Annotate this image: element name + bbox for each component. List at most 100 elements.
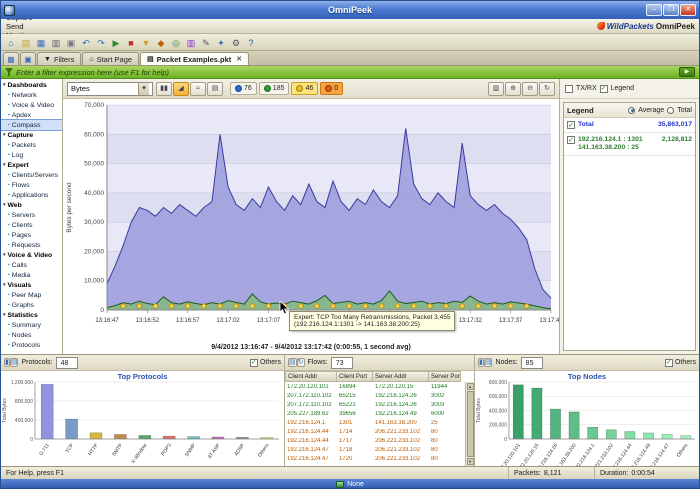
scrollbar-thumb[interactable] xyxy=(467,391,474,457)
filter-expression-input[interactable]: Enter a filter expression here (use F1 f… xyxy=(16,68,676,77)
peer-map-icon[interactable]: ◎ xyxy=(169,36,183,49)
chart-type-icon[interactable]: ▮ xyxy=(478,358,484,367)
sidebar-section-statistics[interactable]: ▾Statistics xyxy=(1,310,62,320)
sidebar-item-protocols[interactable]: ▪Protocols xyxy=(1,340,62,350)
notes-icon[interactable]: ✎ xyxy=(199,36,213,49)
close-button[interactable]: ✕ xyxy=(680,4,696,16)
sidebar-section-dashboards[interactable]: ▾Dashboards xyxy=(1,80,62,90)
average-radio[interactable] xyxy=(628,107,635,114)
protocols-chart[interactable]: 0400,000800,0001,200,000Total BytesG.711… xyxy=(1,371,284,466)
tab-filters[interactable]: ▼Filters xyxy=(37,52,81,65)
sidebar-item-requests[interactable]: ▪Requests xyxy=(1,240,62,250)
sidebar-section-expert[interactable]: ▾Expert xyxy=(1,160,62,170)
redo-icon[interactable]: ↷ xyxy=(94,36,108,49)
tab-start-page[interactable]: ⌂Start Page xyxy=(82,52,139,65)
help-icon[interactable]: ? xyxy=(244,36,258,49)
options-icon[interactable]: ⚙ xyxy=(229,36,243,49)
zoom-out-icon[interactable]: ⊖ xyxy=(522,82,538,96)
column-header-client-addr[interactable]: Client Addr xyxy=(285,371,337,382)
open-file-icon[interactable]: ▤ xyxy=(19,36,33,49)
bar-chart-button[interactable]: ▮▮ xyxy=(156,82,172,96)
start-capture-icon[interactable]: ▶ xyxy=(109,36,123,49)
chart-type-icon[interactable]: ▮ xyxy=(4,358,10,367)
undo-icon[interactable]: ↶ xyxy=(79,36,93,49)
ok-event-counter[interactable]: 185 xyxy=(259,82,290,95)
sidebar-item-flows[interactable]: ▪Flows xyxy=(1,180,62,190)
print-icon[interactable]: ▥ xyxy=(49,36,63,49)
refresh-icon[interactable]: ↻ xyxy=(539,82,555,96)
sidebar-item-servers[interactable]: ▪Servers xyxy=(1,210,62,220)
display-options-icon[interactable]: ▤ xyxy=(484,358,493,367)
legend-row[interactable]: Total35,863,017 xyxy=(564,118,695,133)
sidebar-item-nodes[interactable]: ▪Nodes xyxy=(1,330,62,340)
copy-icon[interactable]: ▣ xyxy=(64,36,78,49)
print-chart-icon[interactable]: ▥ xyxy=(488,82,504,96)
flow-row[interactable]: 192.216.124.471720206.221.233.10280 xyxy=(285,454,465,463)
column-header-client-port[interactable]: Client Port xyxy=(337,371,373,382)
sidebar-item-pages[interactable]: ▪Pages xyxy=(1,230,62,240)
apply-filter-button[interactable] xyxy=(679,67,695,77)
sidebar-item-compass[interactable]: ▪Compass xyxy=(1,120,62,130)
scroll-up-icon[interactable] xyxy=(467,383,474,390)
tab-close-icon[interactable]: ✕ xyxy=(236,55,242,63)
menu-send[interactable]: Send xyxy=(1,22,38,31)
warn-event-counter[interactable]: 46 xyxy=(291,82,318,95)
alarms-icon[interactable]: ◆ xyxy=(154,36,168,49)
flow-row[interactable]: 192.216.124.471718206.221.233.10280 xyxy=(285,445,465,454)
sidebar-section-web[interactable]: ▾Web xyxy=(1,200,62,210)
sidebar-item-apdex[interactable]: ▪Apdex xyxy=(1,110,62,120)
sidebar-item-summary[interactable]: ▪Summary xyxy=(1,320,62,330)
stop-capture-icon[interactable]: ■ xyxy=(124,36,138,49)
nodes-chart[interactable]: 0200,000400,000600,000800,000Total Bytes… xyxy=(475,371,699,466)
compass-icon[interactable]: ✦ xyxy=(214,36,228,49)
nodes-others-checkbox[interactable] xyxy=(665,359,673,367)
sidebar-item-peer-map[interactable]: ▪Peer Map xyxy=(1,290,62,300)
minimize-button[interactable]: – xyxy=(646,4,662,16)
flow-row[interactable]: 172.20.120.10116894172.20.120.1511944 xyxy=(285,382,465,391)
sidebar-item-media[interactable]: ▪Media xyxy=(1,270,62,280)
graphs-icon[interactable]: ▥ xyxy=(184,36,198,49)
table-icon[interactable]: ▤ xyxy=(288,358,297,367)
flow-row[interactable]: 192.216.124.441714206.221.233.10280 xyxy=(285,427,465,436)
save-icon[interactable]: ▦ xyxy=(34,36,48,49)
flows-scrollbar[interactable] xyxy=(465,382,474,466)
sidebar-item-applications[interactable]: ▪Applications xyxy=(1,190,62,200)
main-chart[interactable]: 010,00020,00030,00040,00050,00060,00070,… xyxy=(63,99,559,340)
zoom-in-icon[interactable]: ⊕ xyxy=(505,82,521,96)
total-radio[interactable] xyxy=(667,107,674,114)
line-chart-button[interactable]: ≈ xyxy=(190,82,206,96)
start-page-icon[interactable]: ⌂ xyxy=(4,36,18,49)
refresh-flows-icon[interactable]: ↻ xyxy=(297,358,305,367)
flow-row[interactable]: 192.216.124.11301141.163.38.20025 xyxy=(285,418,465,427)
sidebar-item-calls[interactable]: ▪Calls xyxy=(1,260,62,270)
column-header-server-addr[interactable]: Server Addr xyxy=(373,371,429,382)
legend-checkbox[interactable] xyxy=(600,85,608,93)
display-options-icon[interactable]: ▤ xyxy=(10,358,19,367)
filters-icon[interactable]: ▼ xyxy=(139,36,153,49)
legend-row[interactable]: 192.216.124.1 : 1301141.163.38.200 : 252… xyxy=(564,133,695,156)
sidebar-item-network[interactable]: ▪Network xyxy=(1,90,62,100)
flow-row[interactable]: 205.227.189.6239656192.216.124.496000 xyxy=(285,409,465,418)
txrx-checkbox[interactable] xyxy=(565,85,573,93)
maximize-button[interactable]: ❐ xyxy=(663,4,679,16)
chevron-down-icon[interactable] xyxy=(138,83,149,95)
sidebar-item-clients-servers[interactable]: ▪Clients/Servers xyxy=(1,170,62,180)
sidebar-section-visuals[interactable]: ▾Visuals xyxy=(1,280,62,290)
filter-bar[interactable]: Enter a filter expression here (use F1 f… xyxy=(1,66,699,79)
flow-row[interactable]: 192.216.124.441717206.221.233.10280 xyxy=(285,436,465,445)
column-header-server-port[interactable]: Server Port xyxy=(429,371,461,382)
units-select[interactable]: Bytes xyxy=(67,82,153,96)
sidebar-section-capture[interactable]: ▾Capture xyxy=(1,130,62,140)
flow-row[interactable]: 207.172.110.10265221192.216.124.263003 xyxy=(285,400,465,409)
stacked-chart-button[interactable]: ▤ xyxy=(207,82,223,96)
capture-view-icon[interactable]: ▣ xyxy=(20,52,36,65)
info-event-counter[interactable]: 76 xyxy=(230,82,257,95)
sidebar-item-clients[interactable]: ▪Clients xyxy=(1,220,62,230)
area-chart-button[interactable]: ◢ xyxy=(173,82,189,96)
error-event-counter[interactable]: 0 xyxy=(320,82,343,95)
dashboard-view-icon[interactable]: ▦ xyxy=(3,52,19,65)
protocols-others-checkbox[interactable] xyxy=(250,359,258,367)
sidebar-item-packets[interactable]: ▪Packets xyxy=(1,140,62,150)
flow-row[interactable]: 207.172.110.10265215192.216.124.263002 xyxy=(285,391,465,400)
series-checkbox[interactable] xyxy=(567,136,575,144)
